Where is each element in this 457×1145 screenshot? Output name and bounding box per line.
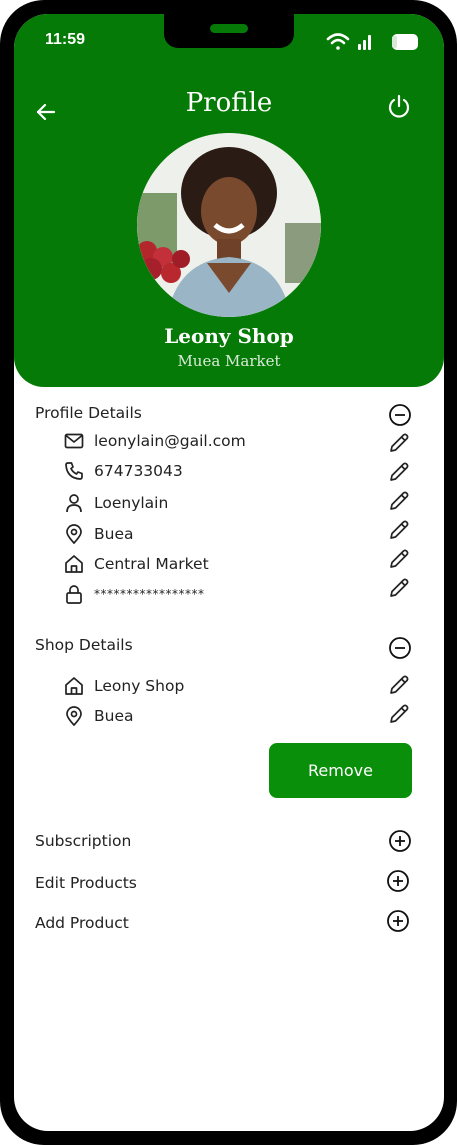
lock-icon bbox=[64, 584, 84, 604]
shop-name-row: Leony Shop bbox=[64, 673, 414, 701]
profile-market-row: Central Market bbox=[64, 551, 414, 579]
edit-shop-city-pencil-icon[interactable] bbox=[388, 703, 410, 725]
home-icon bbox=[64, 676, 84, 696]
profile-city-row: Buea bbox=[64, 521, 414, 549]
shop-city-value: Buea bbox=[94, 707, 134, 725]
profile-header: 11:59 Profile Leony Shop Muea Market bbox=[14, 14, 444, 387]
shop-city-row: Buea bbox=[64, 703, 414, 731]
remove-button[interactable]: Remove bbox=[269, 743, 412, 798]
screen: 11:59 Profile Leony Shop Muea Market Pro… bbox=[14, 14, 444, 1131]
profile-phone-row: 674733043 bbox=[64, 458, 414, 486]
mail-icon bbox=[64, 431, 84, 451]
power-icon[interactable] bbox=[384, 92, 414, 122]
phone-frame: 11:59 Profile Leony Shop Muea Market Pro… bbox=[0, 0, 457, 1145]
profile-phone-value: 674733043 bbox=[94, 462, 183, 480]
wifi-icon bbox=[326, 33, 350, 50]
status-icons bbox=[326, 30, 436, 54]
profile-city-value: Buea bbox=[94, 525, 134, 543]
profile-password-value: ***************** bbox=[94, 587, 205, 601]
subscription-label[interactable]: Subscription bbox=[35, 832, 131, 850]
market-name: Muea Market bbox=[177, 352, 281, 370]
signal-icon bbox=[358, 35, 371, 50]
page-title: Profile bbox=[185, 88, 273, 118]
edit-market-pencil-icon[interactable] bbox=[388, 548, 410, 570]
shop-name: Leony Shop bbox=[164, 324, 294, 348]
collapse-profile-details-icon[interactable] bbox=[389, 404, 411, 426]
expand-edit-products-icon[interactable] bbox=[387, 870, 409, 892]
profile-market-value: Central Market bbox=[94, 555, 209, 573]
camera-notch bbox=[164, 14, 294, 48]
profile-email-row: leonylain@gail.com bbox=[64, 428, 414, 456]
status-time: 11:59 bbox=[45, 31, 86, 48]
profile-username-value: Loenylain bbox=[94, 494, 169, 512]
edit-shop-name-pencil-icon[interactable] bbox=[388, 674, 410, 696]
edit-username-pencil-icon[interactable] bbox=[388, 490, 410, 512]
collapse-shop-details-icon[interactable] bbox=[389, 637, 411, 659]
location-pin-icon bbox=[64, 524, 84, 544]
profile-details-label: Profile Details bbox=[35, 404, 142, 422]
avatar[interactable] bbox=[137, 133, 321, 317]
expand-subscription-icon[interactable] bbox=[389, 830, 411, 852]
user-icon bbox=[64, 493, 84, 513]
edit-products-label[interactable]: Edit Products bbox=[35, 874, 137, 892]
edit-email-pencil-icon[interactable] bbox=[388, 432, 410, 454]
edit-password-pencil-icon[interactable] bbox=[388, 577, 410, 599]
location-pin-icon bbox=[64, 706, 84, 726]
shop-details-label: Shop Details bbox=[35, 636, 133, 654]
shop-name-value: Leony Shop bbox=[94, 677, 185, 695]
battery-icon bbox=[392, 34, 418, 50]
profile-username-row: Loenylain bbox=[64, 490, 414, 518]
edit-phone-pencil-icon[interactable] bbox=[388, 461, 410, 483]
phone-icon bbox=[64, 461, 84, 481]
edit-city-pencil-icon[interactable] bbox=[388, 519, 410, 541]
expand-add-product-icon[interactable] bbox=[387, 910, 409, 932]
profile-email-value: leonylain@gail.com bbox=[94, 432, 246, 450]
add-product-label[interactable]: Add Product bbox=[35, 914, 129, 932]
home-icon bbox=[64, 554, 84, 574]
profile-password-row: ***************** bbox=[64, 581, 414, 609]
